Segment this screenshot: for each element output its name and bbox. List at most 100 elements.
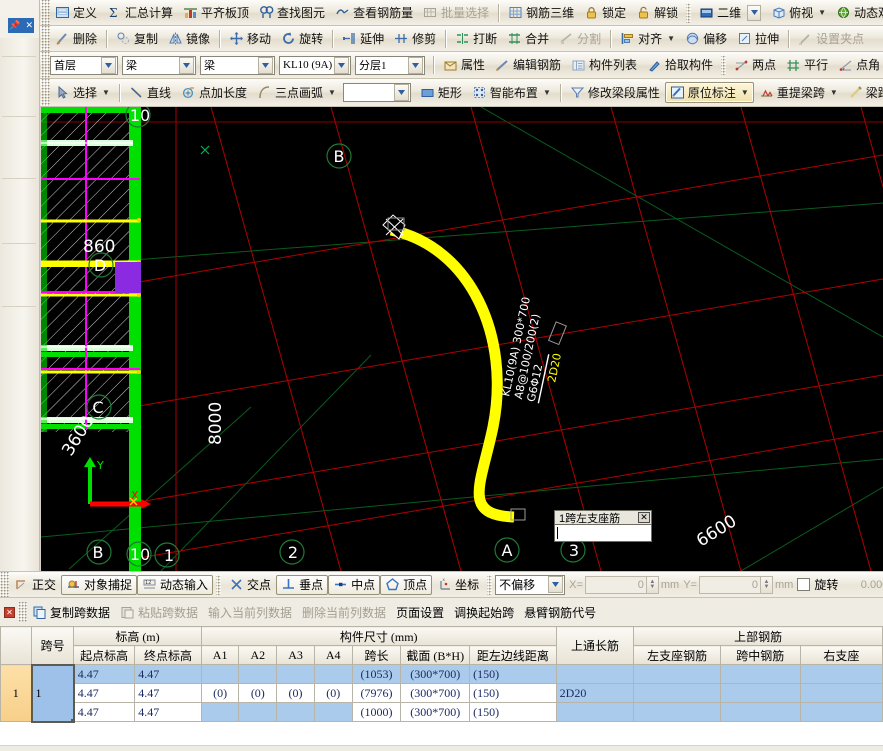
rotate-value-input[interactable]: 0.000 <box>844 576 883 594</box>
cell-start-elevation[interactable]: 4.47 <box>74 684 135 703</box>
cell-a2[interactable]: (0) <box>239 684 277 703</box>
table-row[interactable]: 1 1 4.47 4.47 (1053) (300*700) (150) <box>1 665 883 684</box>
category-select[interactable]: 梁 <box>122 56 196 75</box>
toolbar-item-break[interactable]: 打断 <box>450 28 502 49</box>
cell-right-support[interactable] <box>800 665 882 684</box>
view-2d-dropdown[interactable] <box>747 5 761 21</box>
copy-span-data-button[interactable]: 复制跨数据 <box>27 602 115 623</box>
chevron-down-icon[interactable]: ▼ <box>328 88 336 97</box>
cell-a2[interactable] <box>239 665 277 684</box>
dock-panel-header[interactable]: 📌 ✕ <box>8 18 34 33</box>
toolbar-item-view-2d[interactable]: 二维 <box>694 2 766 23</box>
toolbar-item-move[interactable]: 移动 <box>224 28 276 49</box>
toolbar-item-lock[interactable]: 锁定 <box>579 2 631 23</box>
cell-mid-span[interactable] <box>720 703 800 722</box>
statusbar-grip[interactable] <box>216 575 221 595</box>
toolbar-item-smart-layout[interactable]: 智能布置 ▼ <box>467 82 556 103</box>
cell-left-edge-distance[interactable]: (150) <box>470 703 557 722</box>
cell-a1[interactable]: (0) <box>201 684 239 703</box>
header-section[interactable]: 截面 (B*H) <box>401 646 470 665</box>
toolbar-item-define[interactable]: 定义 <box>50 2 102 23</box>
chevron-down-icon[interactable] <box>548 576 563 593</box>
toolbar-item-dynamic-observe[interactable]: 动态观察 <box>831 2 883 23</box>
cell-a3[interactable] <box>277 703 315 722</box>
cell-section[interactable]: (300*700) <box>401 665 470 684</box>
swap-start-span-button[interactable]: 调换起始跨 <box>449 602 519 623</box>
toolbar-item-line[interactable]: 直线 <box>124 82 176 103</box>
toolbar-item-pick-component[interactable]: 拾取构件 <box>642 55 718 76</box>
close-icon[interactable]: ✕ <box>4 607 15 618</box>
header-start-elevation[interactable]: 起点标高 <box>74 646 135 665</box>
cell-left-edge-distance[interactable]: (150) <box>470 684 557 703</box>
status-snap-vertex[interactable]: 顶点 <box>380 575 432 595</box>
cell-a1[interactable] <box>201 665 239 684</box>
toolbar-item-edit-rebar[interactable]: 编辑钢筋 <box>490 55 566 76</box>
cell-right-support[interactable] <box>800 703 882 722</box>
statusbar-grip[interactable] <box>487 575 492 595</box>
cell-span-length[interactable]: (1000) <box>352 703 401 722</box>
cell-span-length[interactable]: (1053) <box>352 665 401 684</box>
toolbar-item-point-angle[interactable]: 点角 ▼ <box>833 55 883 76</box>
header-end-elevation[interactable]: 终点标高 <box>135 646 202 665</box>
cell-start-elevation[interactable]: 4.47 <box>74 665 135 684</box>
toolbar-item-modify-beam-segment[interactable]: 修改梁段属性 <box>565 82 665 103</box>
chevron-down-icon[interactable]: ▼ <box>818 8 826 17</box>
chevron-down-icon[interactable] <box>179 57 194 74</box>
cell-end-elevation[interactable]: 4.47 <box>135 703 202 722</box>
toolbar-item-two-point[interactable]: 两点 <box>729 55 781 76</box>
toolbar-item-re-extract-span[interactable]: 重提梁跨 ▼ <box>754 82 843 103</box>
cell-a4[interactable] <box>314 703 352 722</box>
pin-icon[interactable]: 📌 <box>9 21 20 30</box>
toolbar-item-merge[interactable]: 合并 <box>502 28 554 49</box>
header-dimension-group[interactable]: 构件尺寸 (mm) <box>201 627 556 646</box>
chevron-down-icon[interactable] <box>408 57 423 74</box>
toolbar-item-point-plus-length[interactable]: 点加长度 <box>176 82 252 103</box>
chevron-down-icon[interactable]: ▼ <box>667 34 675 43</box>
toolbar-item-properties[interactable]: 属性 <box>438 55 490 76</box>
toolbar-item-select[interactable]: 选择 ▼ <box>50 82 115 103</box>
cell-a4[interactable] <box>314 665 352 684</box>
component-select[interactable]: KL10 (9A) <box>279 56 351 75</box>
status-toggle-object-snap[interactable]: 对象捕捉 <box>61 575 137 595</box>
status-snap-coordinate[interactable]: x 坐标 <box>432 575 484 595</box>
cell-left-support[interactable] <box>634 703 721 722</box>
cell-right-support[interactable] <box>800 684 882 703</box>
header-mid-span-rebar[interactable]: 跨中钢筋 <box>720 646 800 665</box>
cell-a1[interactable] <box>201 703 239 722</box>
cell-end-elevation[interactable]: 4.47 <box>135 684 202 703</box>
toolbar-item-stretch[interactable]: 拉伸 <box>732 28 784 49</box>
row-number[interactable]: 1 <box>1 665 32 722</box>
cad-svg[interactable]: KL10(9A) 300*700 A8@100/200(2) G6Φ12 2D2… <box>41 107 883 571</box>
cell-span-length[interactable]: (7976) <box>352 684 401 703</box>
toolbar-item-rotate[interactable]: 旋转 <box>276 28 328 49</box>
toolbar-item-in-situ-annotation[interactable]: 原位标注 ▼ <box>665 82 754 103</box>
chevron-down-icon[interactable] <box>334 57 349 74</box>
status-snap-midpoint[interactable]: 中点 <box>328 575 380 595</box>
y-coordinate-stepper[interactable]: ▲▼ <box>761 576 773 594</box>
toolbar-item-find-element[interactable]: 查找图元 <box>254 2 330 23</box>
cell-a3[interactable] <box>277 665 315 684</box>
toolbar-item-mirror[interactable]: 镜像 <box>163 28 215 49</box>
table-row[interactable]: 4.47 4.47 (0) (0) (0) (0) (7976) (300*70… <box>1 684 883 703</box>
cell-mid-span[interactable] <box>720 665 800 684</box>
toolbar-item-rectangle[interactable]: 矩形 <box>415 82 467 103</box>
toolbar-item-component-list[interactable]: 构件列表 <box>566 55 642 76</box>
close-icon[interactable]: ✕ <box>638 512 650 523</box>
span-number-cell[interactable]: 1 <box>32 665 74 722</box>
toolbar-grip[interactable] <box>721 55 726 75</box>
toolbar-item-copy[interactable]: 复制 <box>111 28 163 49</box>
chevron-down-icon[interactable]: ▼ <box>830 88 838 97</box>
cantilever-rebar-code-button[interactable]: 悬臂钢筋代号 <box>519 602 601 623</box>
toolbar-item-batch-select[interactable]: 批量选择 <box>418 2 494 23</box>
status-snap-perpendicular[interactable]: 垂点 <box>276 575 328 595</box>
span-data-table[interactable]: 跨号 标高 (m) 构件尺寸 (mm) 上通长筋 上部钢筋 起点标高 终点标高 … <box>0 626 883 745</box>
toolbar-item-align[interactable]: 对齐 ▼ <box>615 28 680 49</box>
y-coordinate-input[interactable]: 0 <box>699 576 761 594</box>
cell-top-through[interactable] <box>556 703 634 722</box>
toolbar-item-align-slab-top[interactable]: 平齐板顶 <box>178 2 254 23</box>
toolbar-item-parallel[interactable]: 平行 <box>781 55 833 76</box>
arc-mode-select[interactable] <box>343 83 411 102</box>
floor-select[interactable]: 首层 <box>50 56 118 75</box>
header-a2[interactable]: A2 <box>239 646 277 665</box>
cell-a4[interactable]: (0) <box>314 684 352 703</box>
